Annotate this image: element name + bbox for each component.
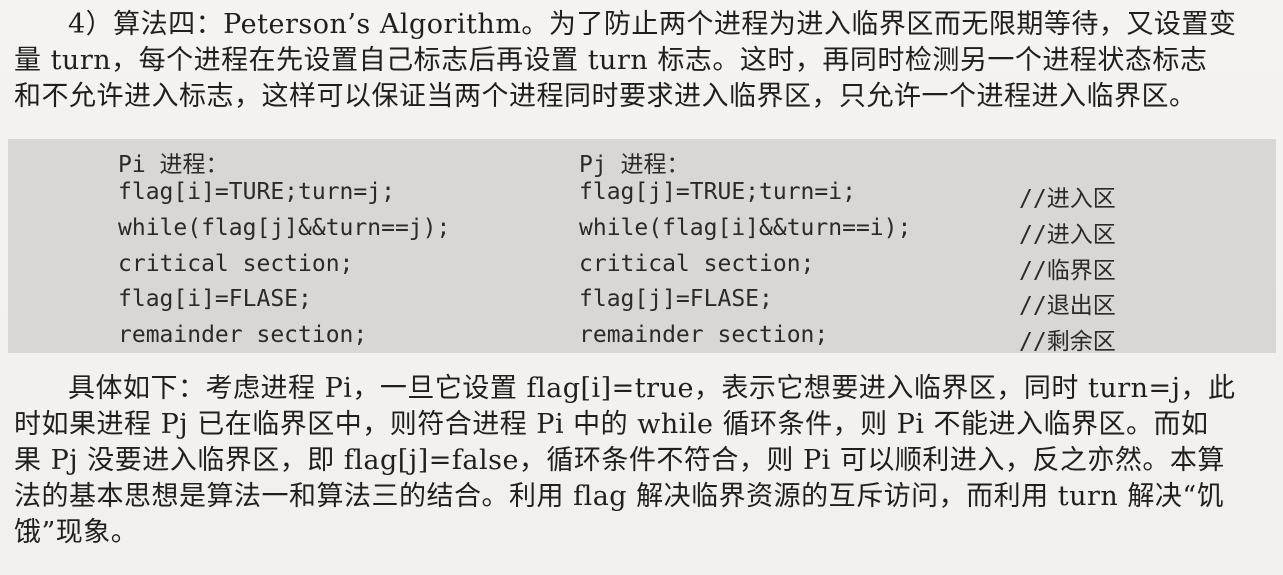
pj-code: while(flag[i]&&turn==i); bbox=[579, 215, 912, 241]
document-page: 4）算法四：Peterson’s Algorithm。为了防止两个进程为进入临界… bbox=[0, 0, 1283, 575]
pj-code: critical section; bbox=[579, 251, 815, 277]
explanation-line-3: 果 Pj 没要进入临界区，即 flag[j]=false，循环条件不符合，则 P… bbox=[14, 445, 1225, 476]
pj-code: flag[j]=TRUE;turn=i; bbox=[579, 179, 856, 205]
intro-paragraph: 4）算法四：Peterson’s Algorithm。为了防止两个进程为进入临界… bbox=[0, 7, 1283, 115]
intro-line-3: 和不允许进入标志，这样可以保证当两个进程同时要求进入临界区，只允许一个进程进入临… bbox=[14, 81, 1197, 112]
explanation-line-2: 时如果进程 Pj 已在临界区中，则符合进程 Pi 中的 while 循环条件，则… bbox=[14, 409, 1209, 440]
pj-header: Pj 进程： bbox=[579, 152, 690, 178]
code-block: Pi 进程： Pj 进程： flag[i]=TURE;turn=j; flag[… bbox=[8, 139, 1276, 355]
explanation-line-5: 饿”现象。 bbox=[14, 517, 139, 548]
code-row: critical section; critical section; //临界… bbox=[8, 251, 1276, 287]
pi-code: remainder section; bbox=[118, 322, 368, 348]
code-row: remainder section; remainder section; //… bbox=[8, 322, 1276, 358]
code-comment: //进入区 bbox=[1019, 186, 1116, 212]
code-row-header: Pi 进程： Pj 进程： bbox=[8, 145, 1276, 181]
code-comment: //退出区 bbox=[1019, 293, 1116, 319]
explanation-line-1: 具体如下：考虑进程 Pi，一旦它设置 flag[i]=true，表示它想要进入临… bbox=[68, 373, 1236, 404]
code-comment: //剩余区 bbox=[1019, 329, 1116, 355]
code-row: flag[i]=TURE;turn=j; flag[j]=TRUE;turn=i… bbox=[8, 179, 1276, 215]
pi-header: Pi 进程： bbox=[118, 152, 229, 178]
intro-line-2: 量 turn，每个进程在先设置自己标志后再设置 turn 标志。这时，再同时检测… bbox=[14, 45, 1208, 76]
code-row: flag[i]=FLASE; flag[j]=FLASE; //退出区 bbox=[8, 286, 1276, 322]
pi-code: flag[i]=FLASE; bbox=[118, 286, 312, 312]
code-row: while(flag[j]&&turn==j); while(flag[i]&&… bbox=[8, 215, 1276, 251]
pi-code: critical section; bbox=[118, 251, 354, 277]
pi-code: flag[i]=TURE;turn=j; bbox=[118, 179, 395, 205]
pj-code: flag[j]=FLASE; bbox=[579, 286, 773, 312]
code-comment: //临界区 bbox=[1019, 258, 1116, 284]
code-comment: //进入区 bbox=[1019, 222, 1116, 248]
pj-code: remainder section; bbox=[579, 322, 829, 348]
intro-line-1: 4）算法四：Peterson’s Algorithm。为了防止两个进程为进入临界… bbox=[68, 9, 1237, 40]
pi-code: while(flag[j]&&turn==j); bbox=[118, 215, 451, 241]
explanation-line-4: 法的基本思想是算法一和算法三的结合。利用 flag 解决临界资源的互斥访问，而利… bbox=[14, 481, 1225, 512]
explanation-paragraph: 具体如下：考虑进程 Pi，一旦它设置 flag[i]=true，表示它想要进入临… bbox=[0, 371, 1283, 551]
